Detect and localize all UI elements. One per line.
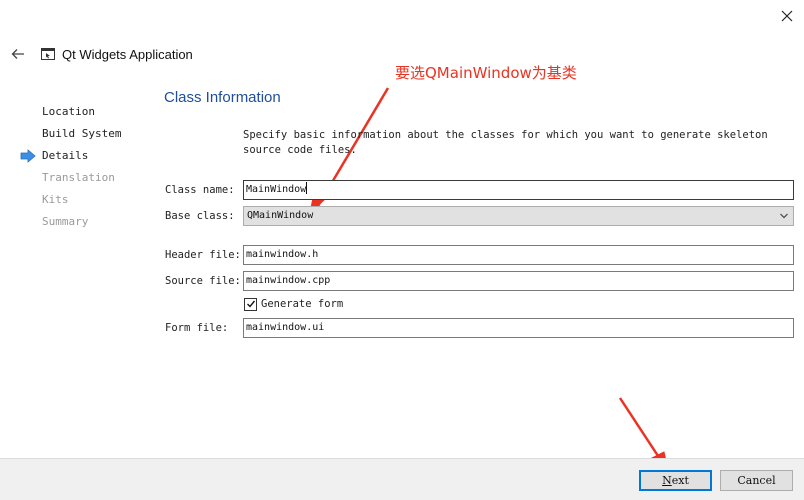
generate-form-checkbox-row[interactable]: Generate form (244, 297, 343, 311)
base-class-select[interactable]: QMainWindow (243, 206, 794, 226)
form-file-label: Form file: (165, 322, 229, 334)
header-file-input[interactable]: mainwindow.h (243, 245, 794, 265)
step-build-system: Build System (42, 127, 122, 140)
step-summary: Summary (42, 215, 89, 228)
step-kits: Kits (42, 193, 69, 206)
page-title: Class Information (164, 89, 281, 106)
next-button[interactable]: Next (639, 470, 712, 491)
generate-form-label: Generate form (261, 298, 344, 310)
chevron-down-icon (780, 213, 788, 219)
step-location: Location (42, 105, 95, 118)
header-file-label: Header file: (165, 249, 241, 261)
form-file-input[interactable]: mainwindow.ui (243, 318, 794, 338)
page-description: Specify basic information about the clas… (243, 129, 768, 156)
source-file-input[interactable]: mainwindow.cpp (243, 271, 794, 291)
current-step-arrow-icon (20, 149, 36, 163)
wizard-steps: Location Build System Details Translatio… (20, 104, 121, 236)
cancel-button[interactable]: Cancel (720, 470, 793, 491)
step-translation: Translation (42, 171, 115, 184)
checkmark-icon (246, 300, 255, 308)
class-name-input[interactable]: MainWindow (243, 180, 794, 200)
step-details: Details (20, 148, 121, 170)
base-class-label: Base class: (165, 210, 235, 222)
source-file-label: Source file: (165, 275, 241, 287)
generate-form-checkbox[interactable] (244, 297, 257, 311)
class-name-label: Class name: (165, 184, 235, 196)
